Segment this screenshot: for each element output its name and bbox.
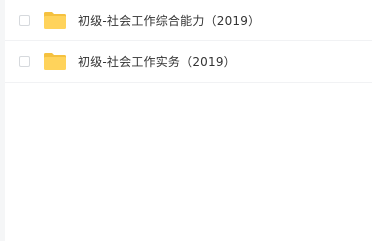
list-item[interactable]: 初级-社会工作综合能力（2019） bbox=[5, 0, 372, 41]
file-list: 初级-社会工作综合能力（2019） 初级-社会工作实务（2019） bbox=[5, 0, 372, 83]
list-item[interactable]: 初级-社会工作实务（2019） bbox=[5, 41, 372, 83]
folder-icon bbox=[43, 52, 67, 71]
file-name[interactable]: 初级-社会工作综合能力（2019） bbox=[78, 12, 260, 29]
file-name[interactable]: 初级-社会工作实务（2019） bbox=[78, 53, 236, 70]
row-checkbox[interactable] bbox=[19, 14, 30, 26]
folder-icon bbox=[43, 11, 67, 30]
row-checkbox[interactable] bbox=[19, 56, 30, 67]
file-browser: 初级-社会工作综合能力（2019） 初级-社会工作实务（2019） bbox=[0, 0, 372, 241]
